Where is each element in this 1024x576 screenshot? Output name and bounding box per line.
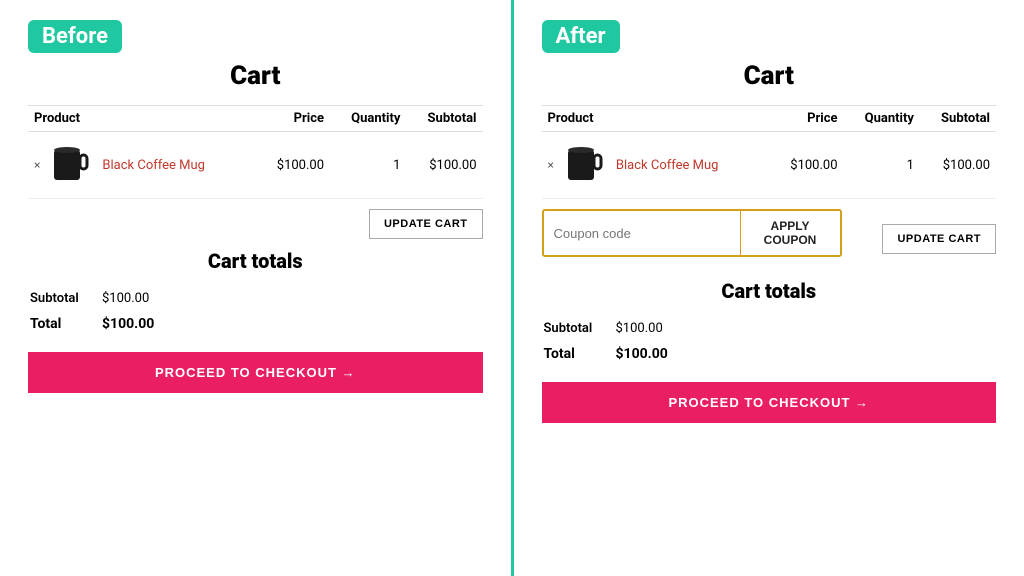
- before-subtotal: $100.00: [406, 132, 482, 199]
- before-action-row: UPDATE CART: [28, 209, 483, 239]
- after-total-label: Total: [544, 342, 614, 366]
- after-col-quantity: Quantity: [844, 106, 920, 132]
- after-panel: After Cart Product Price Quantity Subtot…: [514, 0, 1024, 576]
- after-subtotal-value: $100.00: [616, 317, 995, 340]
- after-cart-table: Product Price Quantity Subtotal × Bla: [542, 105, 997, 199]
- after-product-cell: × Black Coffee Mug: [548, 142, 764, 188]
- after-cart-totals: Cart totals Subtotal $100.00 Total $100.…: [542, 279, 997, 423]
- before-total-label: Total: [30, 312, 100, 336]
- before-badge: Before: [28, 20, 122, 53]
- before-cart-totals-title: Cart totals: [28, 249, 483, 273]
- after-product-link[interactable]: Black Coffee Mug: [616, 158, 719, 173]
- after-update-cart-button[interactable]: UPDATE CART: [882, 224, 996, 254]
- before-subtotal-label: Subtotal: [30, 287, 100, 310]
- before-col-subtotal: Subtotal: [406, 106, 482, 132]
- before-cart-title: Cart: [28, 61, 483, 91]
- before-col-product: Product: [28, 106, 256, 132]
- before-subtotal-row: Subtotal $100.00: [30, 287, 481, 310]
- before-subtotal-value: $100.00: [102, 287, 481, 310]
- after-quantity: 1: [844, 132, 920, 199]
- apply-coupon-button[interactable]: APPLY COUPON: [740, 211, 840, 255]
- after-subtotal-row: Subtotal $100.00: [544, 317, 995, 340]
- before-col-quantity: Quantity: [330, 106, 406, 132]
- before-total-value: $100.00: [102, 312, 481, 336]
- after-col-product: Product: [542, 106, 770, 132]
- before-quantity: 1: [330, 132, 406, 199]
- after-action-row: APPLY COUPON UPDATE CART: [542, 209, 997, 269]
- after-subtotal-label: Subtotal: [544, 317, 614, 340]
- coupon-input[interactable]: [544, 218, 740, 249]
- before-col-price: Price: [256, 106, 330, 132]
- before-cart-table: Product Price Quantity Subtotal × Bla: [28, 105, 483, 199]
- after-checkout-button[interactable]: PROCEED TO CHECKOUT →: [542, 382, 997, 423]
- after-col-subtotal: Subtotal: [920, 106, 996, 132]
- after-remove-button[interactable]: ×: [548, 158, 554, 172]
- after-total-row: Total $100.00: [544, 342, 995, 366]
- before-panel: Before Cart Product Price Quantity Subto…: [0, 0, 514, 576]
- after-cart-title: Cart: [542, 61, 997, 91]
- before-remove-button[interactable]: ×: [34, 158, 40, 172]
- before-update-cart-button[interactable]: UPDATE CART: [369, 209, 483, 239]
- before-mug-image: [48, 142, 94, 188]
- after-mug-image: [562, 142, 608, 188]
- before-product-cell: × Black Coffee Mug: [34, 142, 250, 188]
- before-totals-table: Subtotal $100.00 Total $100.00: [28, 285, 483, 338]
- before-checkout-button[interactable]: PROCEED TO CHECKOUT →: [28, 352, 483, 393]
- table-row: × Black Coffee Mug $100.00 1 $100.00: [28, 132, 483, 199]
- table-row: × Black Coffee Mug $100.00 1 $100.00: [542, 132, 997, 199]
- before-price: $100.00: [256, 132, 330, 199]
- after-subtotal: $100.00: [920, 132, 996, 199]
- after-col-price: Price: [770, 106, 844, 132]
- after-price: $100.00: [770, 132, 844, 199]
- coupon-section: APPLY COUPON: [542, 209, 842, 257]
- after-totals-table: Subtotal $100.00 Total $100.00: [542, 315, 997, 368]
- after-total-value: $100.00: [616, 342, 995, 366]
- after-cart-totals-title: Cart totals: [542, 279, 997, 303]
- before-product-link[interactable]: Black Coffee Mug: [102, 158, 205, 173]
- before-total-row: Total $100.00: [30, 312, 481, 336]
- after-badge: After: [542, 20, 620, 53]
- before-cart-totals: Cart totals Subtotal $100.00 Total $100.…: [28, 249, 483, 393]
